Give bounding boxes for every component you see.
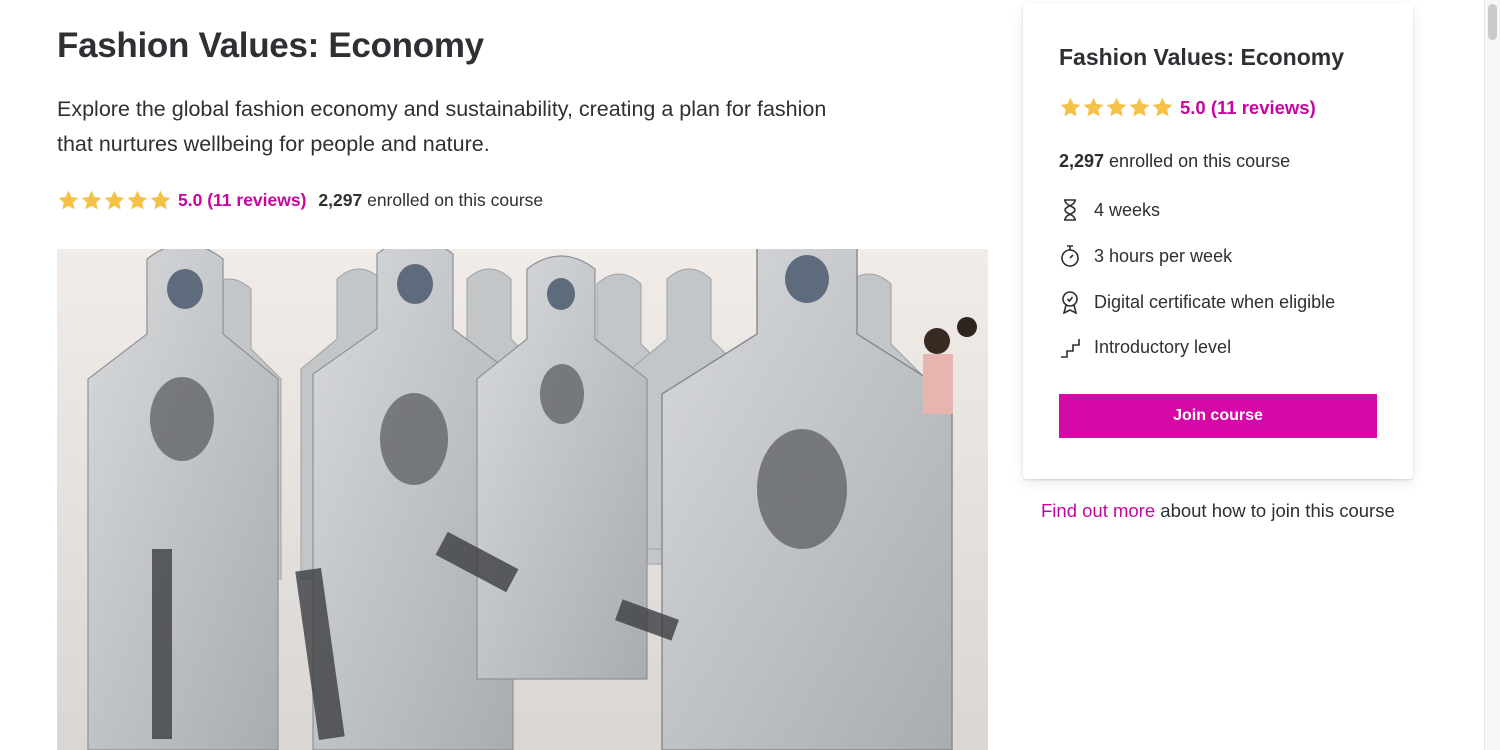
page-title: Fashion Values: Economy: [57, 26, 484, 65]
join-course-button[interactable]: Join course: [1059, 394, 1377, 438]
find-out-more-text: about how to join this course: [1155, 500, 1395, 521]
certificate-detail: Digital certificate when eligible: [1059, 290, 1335, 314]
star-icon: [58, 190, 79, 209]
card-rating: 5.0 (11 reviews): [1059, 96, 1328, 119]
course-enroll-card: Fashion Values: Economy 5.0 (11 reviews)…: [1023, 4, 1413, 479]
duration-label: 4 weeks: [1094, 199, 1161, 220]
steps-icon: [1061, 339, 1080, 358]
enrolled-number: 2,297: [318, 189, 363, 210]
star-icon: [104, 190, 125, 209]
scrollbar-thumb[interactable]: [1488, 4, 1497, 40]
level-label: Introductory level: [1094, 336, 1232, 357]
level-detail: Introductory level: [1059, 335, 1231, 359]
card-enrolled-count: 2,297 enrolled on this course: [1059, 151, 1290, 172]
course-hero-image: [57, 249, 988, 750]
star-icon: [1060, 97, 1081, 117]
star-icon: [81, 190, 102, 209]
certificate-icon: [1062, 291, 1078, 314]
course-description: Explore the global fashion economy and s…: [57, 92, 917, 162]
star-icon: [1106, 97, 1127, 117]
enrolled-suffix: enrolled on this course: [362, 189, 544, 210]
course-description-line-2: that nurtures wellbeing for people and n…: [57, 132, 490, 156]
find-out-more: Find out more about how to join this cou…: [1041, 500, 1395, 522]
hourglass-icon: [1064, 199, 1076, 221]
hooded-garments-photo: [57, 249, 988, 750]
reviews-link[interactable]: 5.0 (11 reviews): [178, 190, 306, 211]
page-scrollbar[interactable]: [1484, 0, 1500, 750]
certificate-label: Digital certificate when eligible: [1094, 291, 1336, 312]
star-icon: [1129, 97, 1150, 117]
rating-summary: 5.0 (11 reviews) 2,297 enrolled on this …: [57, 186, 543, 214]
star-icon: [127, 190, 148, 209]
star-icon: [1152, 97, 1173, 117]
course-description-line-1: Explore the global fashion economy and s…: [57, 97, 827, 121]
effort-label: 3 hours per week: [1094, 245, 1233, 266]
card-star-rating: [1059, 96, 1174, 119]
star-icon: [150, 190, 171, 209]
enrolled-count: 2,297 enrolled on this course: [318, 190, 543, 211]
effort-detail: 3 hours per week: [1059, 244, 1232, 268]
card-title: Fashion Values: Economy: [1059, 44, 1345, 70]
star-icon: [1083, 97, 1104, 117]
card-reviews-link[interactable]: 5.0 (11 reviews): [1180, 97, 1316, 119]
card-enrolled-suffix: enrolled on this course: [1104, 151, 1291, 171]
find-out-more-link[interactable]: Find out more: [1041, 500, 1155, 521]
stopwatch-icon: [1061, 245, 1079, 267]
card-enrolled-number: 2,297: [1059, 151, 1105, 171]
star-rating: [57, 189, 172, 212]
duration-detail: 4 weeks: [1059, 198, 1160, 222]
